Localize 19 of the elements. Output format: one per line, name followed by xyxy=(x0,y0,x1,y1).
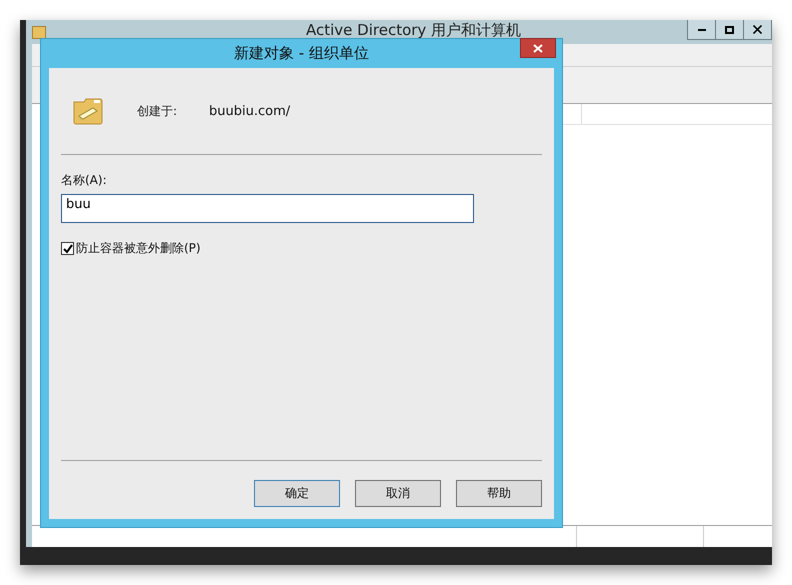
close-button[interactable] xyxy=(743,20,772,40)
maximize-button[interactable] xyxy=(715,20,744,40)
created-in-label: 创建于: xyxy=(137,102,178,120)
created-in-path: buubiu.com/ xyxy=(209,104,290,118)
dialog-title: 新建对象 - 组织单位 xyxy=(234,44,369,63)
minimize-button[interactable] xyxy=(687,20,716,40)
dialog-button[interactable]: 帮助 xyxy=(456,480,542,507)
minimize-icon xyxy=(698,28,706,30)
maximize-icon xyxy=(725,26,734,34)
name-field[interactable]: buu xyxy=(61,194,474,223)
checkbox[interactable] xyxy=(61,242,74,255)
dialog-button[interactable]: 取消 xyxy=(355,480,441,507)
checkbox-label: 防止容器被意外删除(P) xyxy=(76,240,201,257)
window-title: Active Directory 用户和计算机 xyxy=(306,21,522,40)
dialog-button[interactable]: 确定 xyxy=(254,480,340,507)
close-button[interactable] xyxy=(520,38,556,58)
close-icon xyxy=(753,25,762,34)
name-label: 名称(A): xyxy=(61,172,107,189)
close-icon xyxy=(533,44,543,52)
